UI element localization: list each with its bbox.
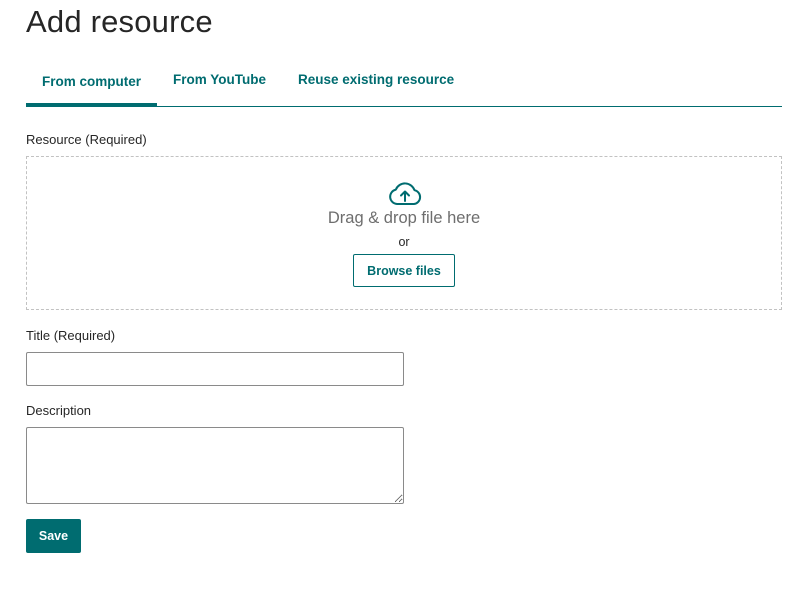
tab-from-computer[interactable]: From computer [26, 58, 158, 107]
drag-drop-text: Drag & drop file here [327, 209, 481, 227]
title-label: Title (Required) [26, 328, 116, 343]
cloud-upload-icon [389, 182, 422, 205]
tab-reuse-existing-resource[interactable]: Reuse existing resource [282, 58, 470, 104]
title-input[interactable] [26, 352, 404, 386]
description-label: Description [26, 403, 92, 418]
description-textarea[interactable] [26, 427, 404, 504]
file-dropzone[interactable]: Drag & drop file here or Browse files [26, 156, 782, 310]
or-text: or [398, 235, 410, 249]
add-resource-page: Add resource From computer From YouTube … [0, 0, 805, 596]
save-button[interactable]: Save [26, 519, 81, 553]
browse-files-button[interactable]: Browse files [353, 254, 455, 287]
page-title: Add resource [26, 4, 213, 39]
resource-label: Resource (Required) [26, 132, 147, 147]
tab-from-youtube[interactable]: From YouTube [157, 58, 282, 104]
resource-source-tabs: From computer From YouTube Reuse existin… [26, 58, 782, 107]
